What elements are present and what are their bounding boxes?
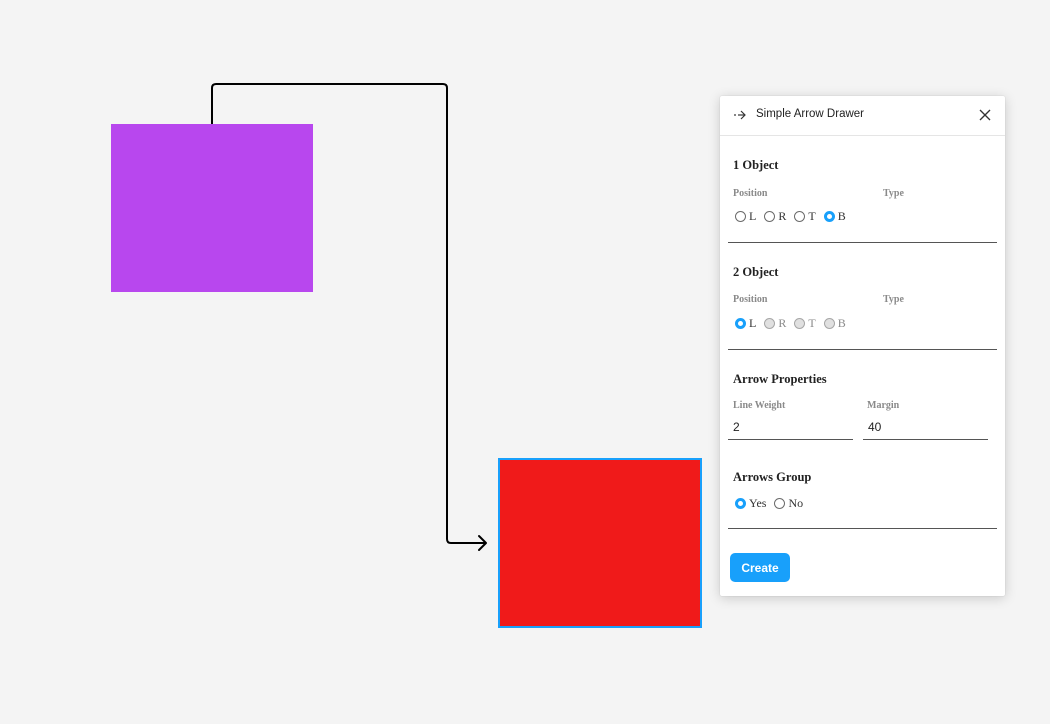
object1-radio-b[interactable]: B (823, 209, 846, 224)
object2-radio-t[interactable]: T (794, 316, 816, 331)
radio-label: L (749, 209, 757, 223)
radio-dot[interactable] (764, 318, 776, 329)
radio-label: T (808, 316, 816, 330)
object2-radio-l[interactable]: L (735, 316, 756, 331)
arrows-group-radios: Yes No (735, 496, 811, 511)
radio-label: L (749, 316, 757, 330)
object1-position-label: Position (733, 188, 768, 199)
radio-label: R (778, 209, 787, 223)
object2-radio-r[interactable]: R (764, 316, 786, 331)
line-weight-field[interactable] (728, 417, 858, 440)
radio-dot[interactable] (735, 318, 746, 329)
radio-label: Yes (749, 496, 767, 510)
object1-type-label: Type (883, 188, 904, 199)
radio-dot[interactable] (764, 211, 776, 222)
radio-label: B (837, 316, 846, 330)
object2-section: 2 Object Position Type L R T B (728, 243, 997, 350)
arrows-group-section: Arrows Group Yes No (728, 446, 997, 529)
object2-radio-b[interactable]: B (823, 316, 846, 331)
object1-radio-l[interactable]: L (735, 209, 756, 224)
object1-title: 1 Object (733, 158, 779, 172)
create-button[interactable]: Create (730, 553, 790, 582)
line-weight-input[interactable] (728, 417, 858, 437)
object1-position-radios: L R T B (735, 209, 854, 224)
arrow-right-icon (734, 110, 746, 120)
radio-dot[interactable] (774, 498, 786, 509)
panel-header: Simple Arrow Drawer (720, 96, 1005, 136)
arrows-group-radio-yes[interactable]: Yes (735, 496, 766, 511)
object2-type-label: Type (883, 294, 904, 305)
object2-position-label: Position (733, 294, 768, 305)
panel-title: Simple Arrow Drawer (756, 108, 864, 120)
radio-dot[interactable] (823, 318, 835, 329)
plugin-panel: Simple Arrow Drawer 1 Object Position Ty… (720, 96, 1005, 596)
radio-dot[interactable] (794, 211, 806, 222)
object1-radio-t[interactable]: T (794, 209, 816, 224)
arrow-properties-title: Arrow Properties (733, 372, 827, 386)
object2-title: 2 Object (733, 265, 779, 279)
margin-field[interactable] (863, 417, 993, 440)
radio-label: No (788, 496, 804, 510)
arrows-group-title: Arrows Group (733, 470, 812, 484)
radio-label: R (778, 316, 787, 330)
radio-dot[interactable] (735, 498, 746, 509)
object1-radio-r[interactable]: R (764, 209, 786, 224)
close-icon[interactable] (977, 107, 993, 123)
radio-dot[interactable] (823, 211, 835, 222)
radio-label: B (837, 209, 846, 223)
margin-label: Margin (867, 400, 900, 411)
arrow-line (211, 83, 486, 544)
margin-input[interactable] (863, 417, 993, 437)
arrows-group-radio-no[interactable]: No (774, 496, 803, 511)
red-rectangle[interactable] (498, 458, 702, 628)
line-weight-label: Line Weight (733, 400, 786, 411)
radio-label: T (808, 209, 816, 223)
arrow-properties-section: Arrow Properties Line Weight Margin (728, 350, 997, 446)
object1-section: 1 Object Position Type L R T B (728, 136, 997, 243)
object2-position-radios: L R T B (735, 316, 854, 331)
radio-dot[interactable] (735, 211, 746, 222)
radio-dot[interactable] (794, 318, 806, 329)
